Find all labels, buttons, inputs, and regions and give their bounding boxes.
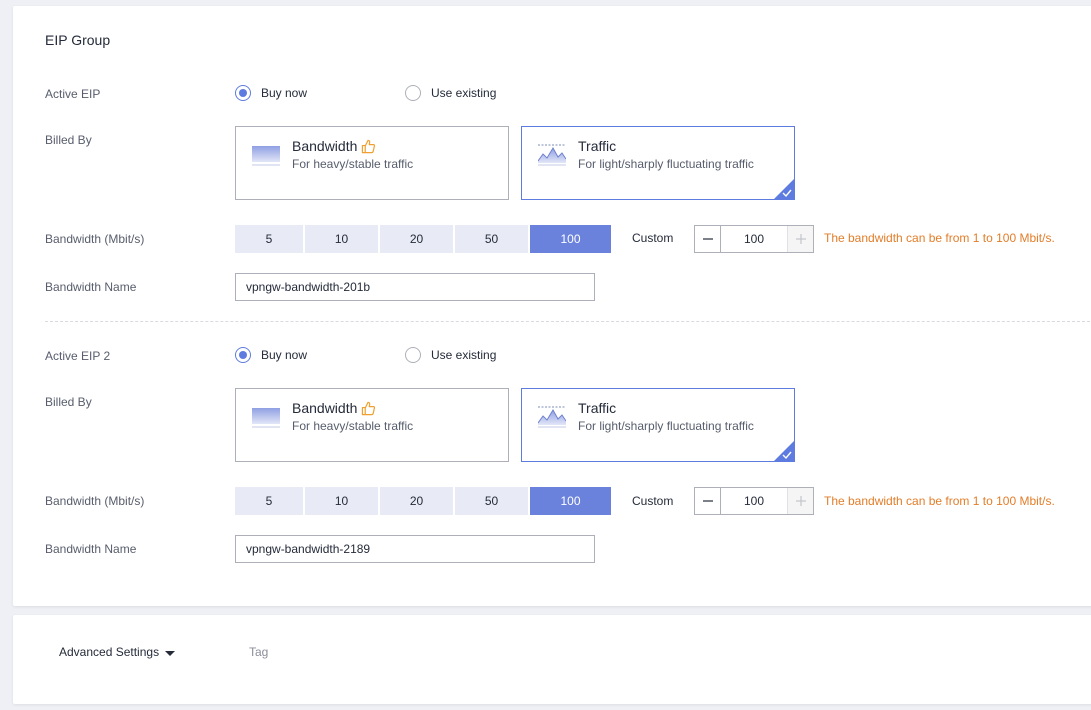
bandwidth-option-100[interactable]: 100 — [530, 487, 611, 515]
bandwidth-card-desc: For heavy/stable traffic — [292, 419, 414, 433]
billing-card-traffic[interactable]: Traffic For light/sharply fluctuating tr… — [521, 126, 795, 200]
bandwidth-option-20[interactable]: 20 — [380, 487, 453, 515]
plus-icon[interactable] — [787, 226, 813, 252]
bandwidth-stepper-input[interactable] — [721, 488, 787, 514]
caret-down-icon — [165, 650, 176, 656]
bandwidth-chart-icon — [252, 408, 280, 428]
bandwidth-option-100[interactable]: 100 — [530, 225, 611, 253]
buy-now-label: Buy now — [261, 86, 308, 100]
bandwidth-name-label: Bandwidth Name — [45, 280, 137, 294]
plus-icon[interactable] — [787, 488, 813, 514]
bandwidth-stepper — [694, 487, 814, 515]
bandwidth-options: 5 10 20 50 100 — [235, 225, 611, 253]
traffic-card-title: Traffic — [578, 138, 617, 154]
billed-by-label: Billed By — [45, 133, 92, 147]
active-eip-label: Active EIP 2 — [45, 349, 111, 363]
minus-icon[interactable] — [695, 488, 721, 514]
bandwidth-card-title-text: Bandwidth — [292, 138, 358, 154]
traffic-card-title: Traffic — [578, 400, 617, 416]
active-eip-label: Active EIP — [45, 87, 101, 101]
bandwidth-hint: The bandwidth can be from 1 to 100 Mbit/… — [824, 494, 1055, 508]
radio-dot-selected — [235, 85, 251, 101]
buy-now-radio[interactable]: Buy now — [235, 347, 307, 363]
buy-now-label: Buy now — [261, 348, 308, 362]
bandwidth-option-20[interactable]: 20 — [380, 225, 453, 253]
bandwidth-mbit-label: Bandwidth (Mbit/s) — [45, 232, 145, 246]
bandwidth-option-10[interactable]: 10 — [305, 225, 378, 253]
bandwidth-mbit-label: Bandwidth (Mbit/s) — [45, 494, 145, 508]
radio-dot — [405, 85, 421, 101]
advanced-settings-panel: Advanced Settings Tag — [13, 615, 1091, 704]
bandwidth-stepper — [694, 225, 814, 253]
bandwidth-option-50[interactable]: 50 — [455, 225, 528, 253]
traffic-chart-icon — [538, 144, 566, 166]
buy-now-radio[interactable]: Buy now — [235, 85, 307, 101]
billing-card-traffic[interactable]: Traffic For light/sharply fluctuating tr… — [521, 388, 795, 462]
thumbs-up-icon — [362, 401, 376, 415]
check-icon — [782, 451, 792, 460]
bandwidth-card-title-text: Bandwidth — [292, 400, 358, 416]
minus-icon[interactable] — [695, 226, 721, 252]
billed-by-label: Billed By — [45, 395, 92, 409]
custom-label: Custom — [632, 231, 674, 245]
bandwidth-name-input[interactable] — [235, 273, 595, 301]
bandwidth-chart-icon — [252, 146, 280, 166]
advanced-settings-label: Advanced Settings — [59, 645, 160, 659]
thumbs-up-icon — [362, 139, 376, 153]
eip-group-panel: EIP Group Active EIP Buy now Use existin… — [13, 6, 1091, 606]
bandwidth-option-5[interactable]: 5 — [235, 487, 303, 515]
traffic-chart-icon — [538, 406, 566, 428]
bandwidth-option-5[interactable]: 5 — [235, 225, 303, 253]
page-title: EIP Group — [45, 32, 111, 48]
use-existing-label: Use existing — [431, 348, 497, 362]
bandwidth-hint: The bandwidth can be from 1 to 100 Mbit/… — [824, 231, 1055, 245]
use-existing-radio[interactable]: Use existing — [405, 347, 496, 363]
tag-label: Tag — [249, 645, 269, 659]
bandwidth-name-label: Bandwidth Name — [45, 542, 137, 556]
bandwidth-option-10[interactable]: 10 — [305, 487, 378, 515]
use-existing-label: Use existing — [431, 86, 497, 100]
bandwidth-name-input[interactable] — [235, 535, 595, 563]
bandwidth-option-50[interactable]: 50 — [455, 487, 528, 515]
billing-card-bandwidth[interactable]: Bandwidth For heavy/stable traffic — [235, 126, 509, 200]
billing-card-bandwidth[interactable]: Bandwidth For heavy/stable traffic — [235, 388, 509, 462]
bandwidth-card-desc: For heavy/stable traffic — [292, 157, 414, 171]
traffic-card-desc: For light/sharply fluctuating traffic — [578, 419, 754, 433]
bandwidth-card-title: Bandwidth — [292, 138, 376, 154]
use-existing-radio[interactable]: Use existing — [405, 85, 496, 101]
check-icon — [782, 189, 792, 198]
bandwidth-card-title: Bandwidth — [292, 400, 376, 416]
bandwidth-stepper-input[interactable] — [721, 226, 787, 252]
advanced-settings-toggle[interactable]: Advanced Settings — [59, 645, 176, 659]
radio-dot — [405, 347, 421, 363]
custom-label: Custom — [632, 494, 674, 508]
radio-dot-selected — [235, 347, 251, 363]
traffic-card-desc: For light/sharply fluctuating traffic — [578, 157, 754, 171]
bandwidth-options: 5 10 20 50 100 — [235, 487, 611, 515]
group-divider — [45, 321, 1090, 322]
